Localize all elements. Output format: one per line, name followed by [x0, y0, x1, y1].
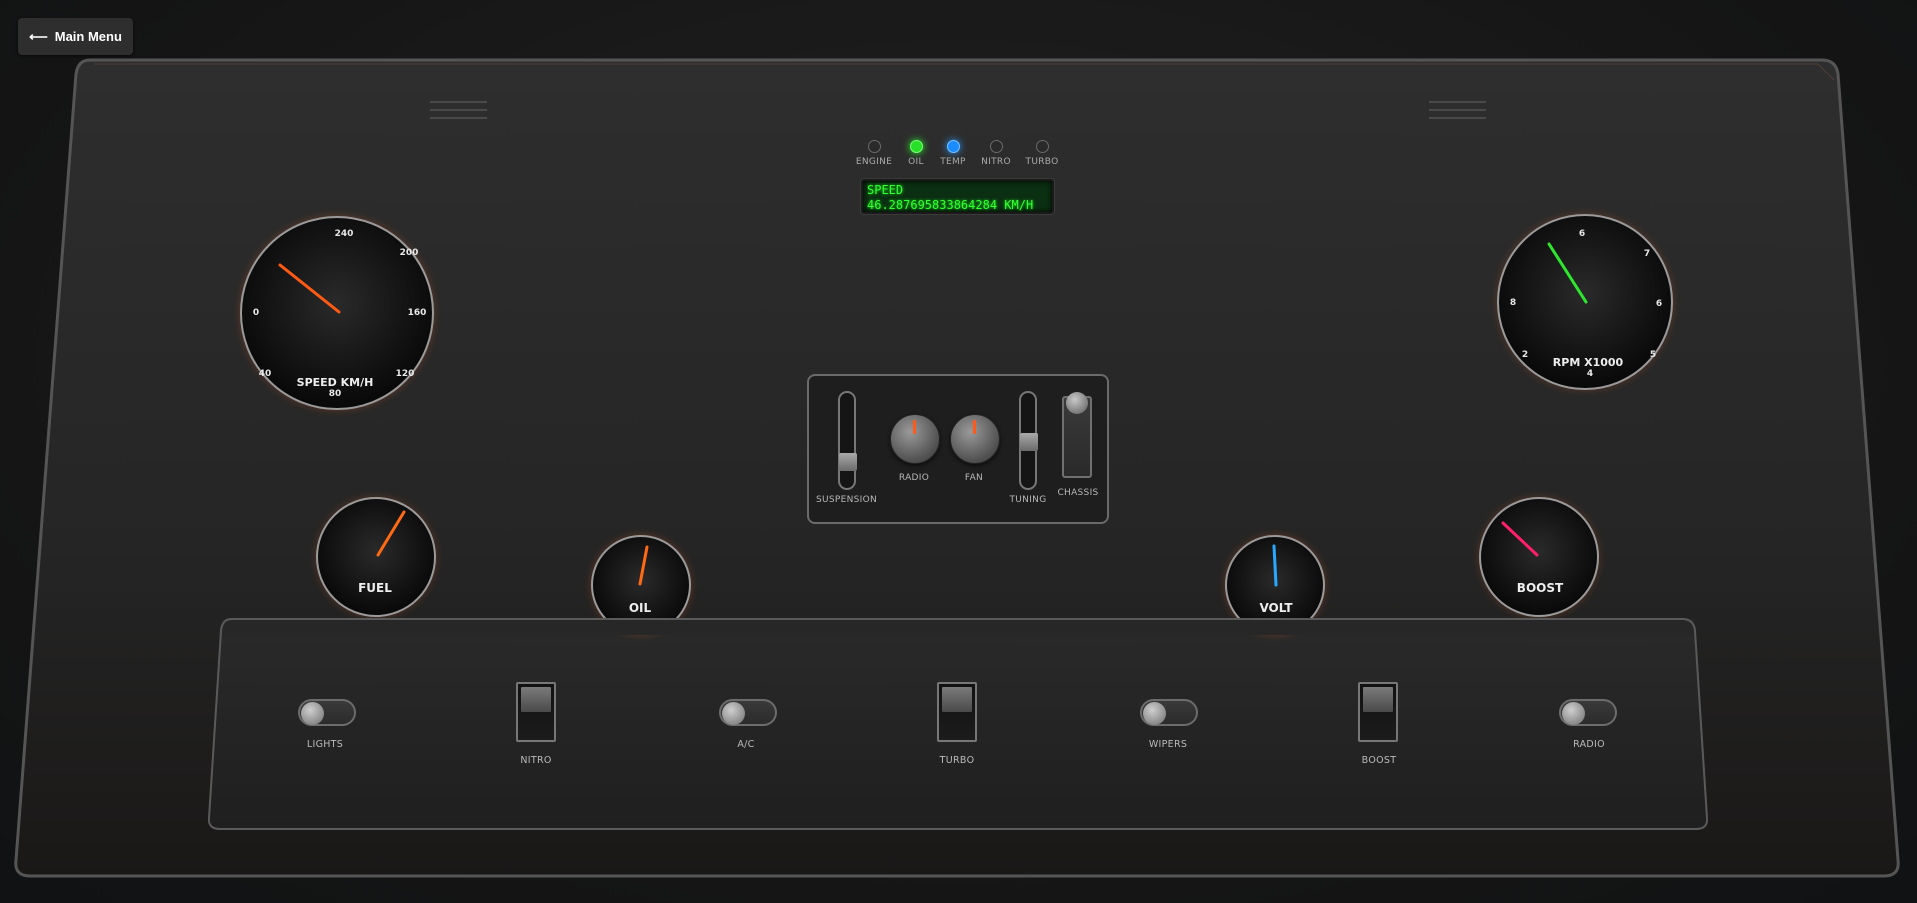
- turbo-led: [1035, 140, 1049, 153]
- rpm-tick-7: 7: [1644, 249, 1650, 259]
- wipers-toggle-knob: [1143, 702, 1166, 725]
- chassis-lever[interactable]: [1062, 392, 1092, 478]
- nitro-rocker-switch[interactable]: [516, 682, 556, 742]
- turbo-label: TURBO: [939, 755, 975, 766]
- speed-tick-160: 160: [408, 308, 427, 318]
- ac-label: A/C: [737, 739, 755, 750]
- rpm-tick-2: 2: [1522, 350, 1528, 360]
- temp-led: [946, 140, 960, 153]
- speed-tick-0: 0: [253, 308, 259, 318]
- radio-label: RADIO: [1573, 739, 1605, 750]
- rpm-tick-8: 8: [1510, 298, 1516, 308]
- ac-toggle[interactable]: [719, 699, 777, 726]
- fan-knob[interactable]: [950, 414, 1000, 464]
- nitro-rocker-top: [521, 687, 551, 712]
- fuel-gauge: FUEL: [316, 497, 436, 617]
- engine-led: [867, 140, 881, 153]
- rpm-tick-6: 6: [1656, 299, 1662, 309]
- main-menu-label: Main Menu: [54, 29, 122, 44]
- boost-gauge: BOOST: [1479, 497, 1599, 617]
- turbo-rocker-top: [942, 687, 972, 712]
- nitro-led-label: NITRO: [981, 157, 1011, 167]
- volt-gauge-label: VOLT: [1259, 601, 1293, 615]
- boost-rocker-top: [1363, 687, 1393, 712]
- fan-knob-label: FAN: [964, 473, 984, 483]
- lights-toggle[interactable]: [298, 699, 356, 726]
- suspension-slider-thumb[interactable]: [839, 453, 857, 471]
- turbo-rocker-switch[interactable]: [937, 682, 977, 742]
- chassis-lever-cap[interactable]: [1066, 392, 1088, 414]
- radio-knob-indicator: [913, 420, 916, 434]
- ac-toggle-knob: [722, 702, 745, 725]
- suspension-slider[interactable]: [838, 391, 857, 490]
- rpm-gauge-label: RPM X1000: [1553, 356, 1624, 369]
- radio-toggle[interactable]: [1559, 699, 1617, 726]
- rpm-tick-5: 5: [1650, 350, 1656, 360]
- nitro-label: NITRO: [520, 755, 552, 766]
- radio-knob[interactable]: [890, 414, 940, 464]
- nitro-led: [989, 140, 1003, 153]
- tuning-label: TUNING: [1009, 495, 1047, 505]
- arrow-left-icon: ⟵: [29, 28, 48, 44]
- wipers-toggle[interactable]: [1140, 699, 1198, 726]
- rpm-gauge: 8 6 7 6 5 4 2 RPM X1000: [1497, 214, 1673, 390]
- indicator-nitro: NITRO: [971, 140, 1021, 167]
- wipers-label: WIPERS: [1148, 739, 1188, 750]
- fuel-gauge-label: FUEL: [358, 581, 392, 595]
- boost-gauge-label: BOOST: [1517, 581, 1564, 595]
- speed-gauge: 240 200 160 120 80 40 0 SPEED KM/H: [240, 216, 434, 410]
- speed-tick-80: 80: [329, 389, 342, 399]
- lcd-display: SPEED 46.287695833864284 KM/H: [861, 179, 1054, 214]
- speed-tick-40: 40: [259, 369, 272, 379]
- radio-knob-label: RADIO: [898, 473, 930, 483]
- rpm-tick-6-top: 6: [1579, 229, 1585, 239]
- boost-rocker-switch[interactable]: [1358, 682, 1398, 742]
- speed-tick-120: 120: [396, 369, 415, 379]
- radio-toggle-knob: [1562, 702, 1585, 725]
- tuning-slider-thumb[interactable]: [1020, 433, 1038, 451]
- speed-gauge-label: SPEED KM/H: [297, 376, 374, 389]
- oil-gauge-label: OIL: [629, 601, 652, 615]
- lights-toggle-knob: [301, 702, 324, 725]
- lcd-line-1: SPEED: [867, 183, 904, 197]
- suspension-label: SUSPENSION: [815, 495, 878, 505]
- chassis-label: CHASSIS: [1057, 488, 1099, 498]
- fan-knob-indicator: [973, 420, 976, 434]
- lcd-line-2: 46.287695833864284 KM/H: [867, 198, 1034, 212]
- lights-label: LIGHTS: [306, 739, 344, 750]
- speed-tick-200: 200: [400, 248, 419, 258]
- rpm-tick-4: 4: [1587, 369, 1593, 379]
- boost-label: BOOST: [1361, 755, 1397, 766]
- turbo-led-label: TURBO: [1025, 157, 1059, 167]
- speed-tick-240: 240: [335, 229, 354, 239]
- oil-led: [909, 140, 923, 153]
- main-menu-button[interactable]: ⟵ Main Menu: [18, 18, 133, 55]
- indicator-turbo: TURBO: [1017, 140, 1067, 167]
- tuning-slider[interactable]: [1019, 391, 1038, 490]
- volt-needle: [1272, 544, 1278, 587]
